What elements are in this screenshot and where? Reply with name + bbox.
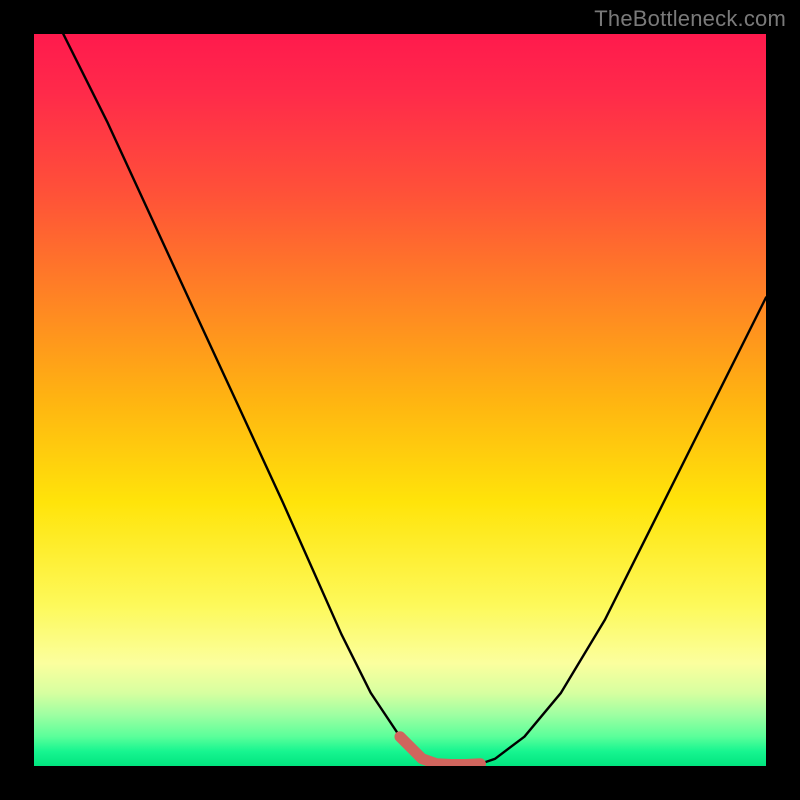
watermark-text: TheBottleneck.com <box>594 6 786 32</box>
curve-path <box>63 34 766 765</box>
chart-frame: TheBottleneck.com <box>0 0 800 800</box>
highlight-band <box>400 737 481 765</box>
plot-area <box>34 34 766 766</box>
bottleneck-curve <box>34 34 766 766</box>
